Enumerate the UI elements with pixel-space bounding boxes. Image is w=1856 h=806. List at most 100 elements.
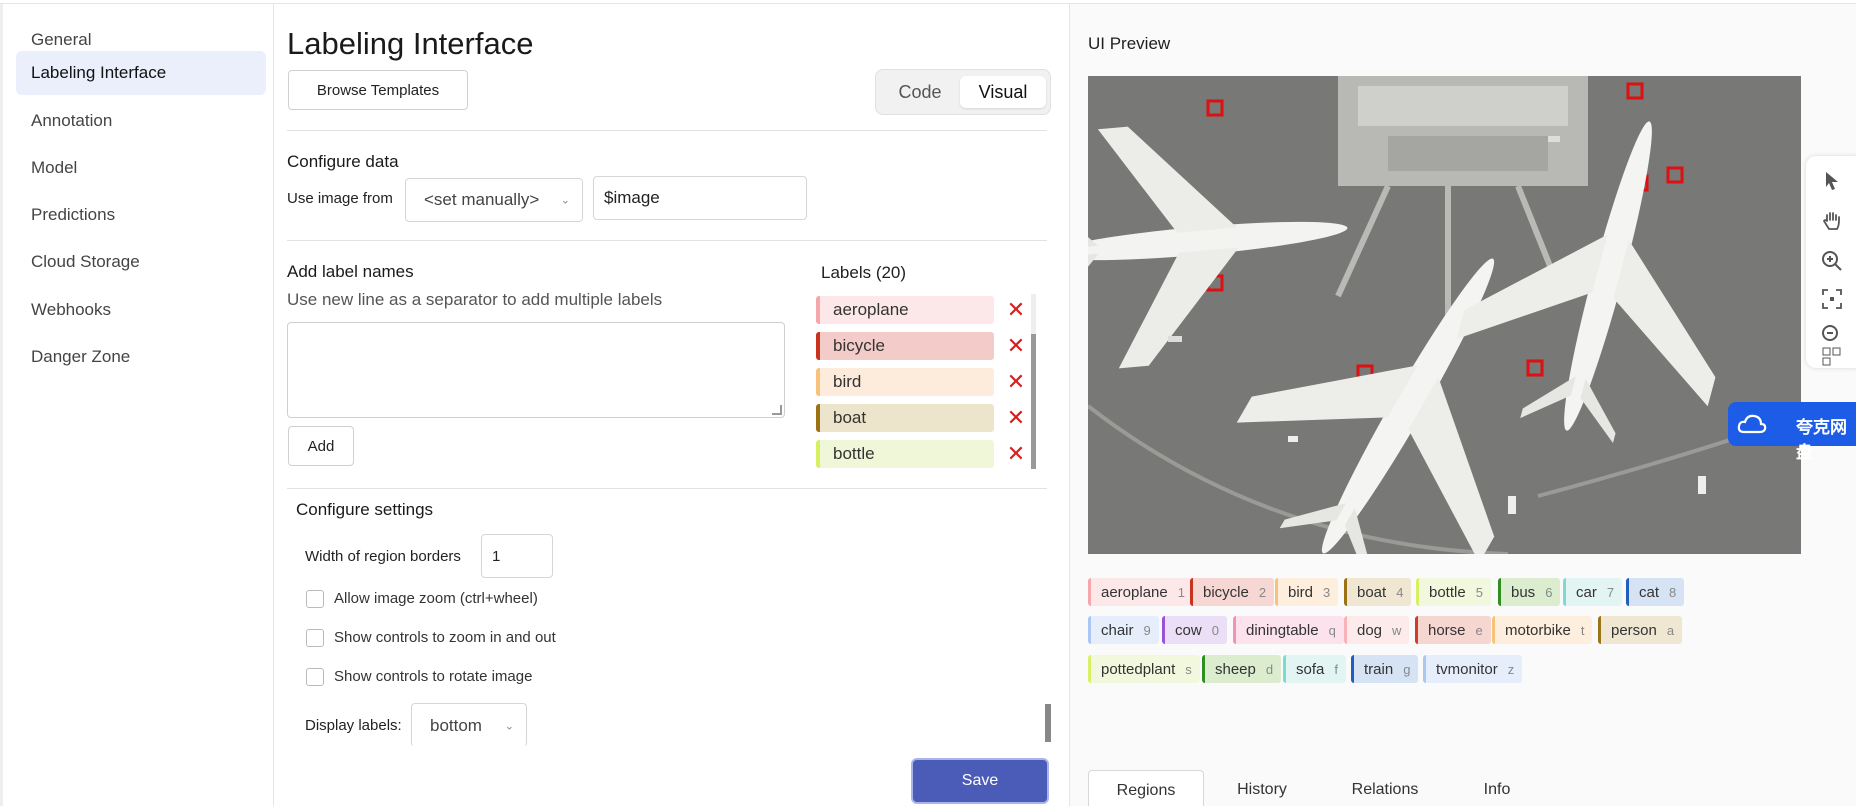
tab-info[interactable]: Info (1452, 770, 1542, 806)
tag-label: bottle (1429, 583, 1466, 601)
border-width-value: 1 (492, 547, 501, 565)
visual-view-button[interactable]: Visual (960, 76, 1046, 108)
tag-label: cat (1639, 583, 1660, 601)
zoom-controls-label: Show controls to zoom in and out (334, 629, 556, 646)
preview-tag-bird[interactable]: bird 3 (1275, 578, 1339, 606)
sidebar-item-annotation[interactable]: Annotation (16, 99, 266, 143)
preview-tag-boat[interactable]: boat 4 (1344, 578, 1412, 606)
display-labels-select[interactable]: bottom ⌄ (411, 703, 527, 747)
code-view-button[interactable]: Code (884, 76, 956, 108)
preview-tag-horse[interactable]: horse e (1415, 616, 1491, 644)
preview-tag-cow[interactable]: cow 0 (1162, 616, 1227, 644)
preview-image[interactable] (1088, 76, 1801, 554)
tag-label: dog (1357, 621, 1383, 639)
zoom-in-icon[interactable] (1819, 248, 1845, 274)
tag-label: pottedplant (1101, 660, 1176, 678)
tag-hotkey: e (1475, 622, 1483, 638)
scrollbar-thumb[interactable] (1031, 334, 1036, 469)
airport-aerial-image (1088, 76, 1801, 554)
delete-label-icon[interactable]: ✕ (1004, 442, 1028, 466)
preview-tag-motorbike[interactable]: motorbike t (1492, 616, 1593, 644)
preview-tag-chair[interactable]: chair 9 (1088, 616, 1159, 644)
tab-relations[interactable]: Relations (1320, 770, 1450, 806)
preview-tag-bicycle[interactable]: bicycle 2 (1190, 578, 1275, 606)
preview-tag-dog[interactable]: dog w (1344, 616, 1410, 644)
preview-tag-car[interactable]: car 7 (1563, 578, 1623, 606)
add-label-names-title: Add label names (287, 262, 414, 281)
sidebar-item-predictions[interactable]: Predictions (16, 193, 266, 237)
resize-handle[interactable] (772, 405, 782, 415)
label-chip[interactable]: bird (816, 368, 994, 396)
page-title: Labeling Interface (287, 26, 534, 61)
sidebar-item-label: Predictions (31, 205, 116, 224)
sidebar-item-webhooks[interactable]: Webhooks (16, 288, 266, 332)
delete-label-icon[interactable]: ✕ (1004, 334, 1028, 358)
preview-tag-bus[interactable]: bus 6 (1498, 578, 1561, 606)
browse-templates-button[interactable]: Browse Templates (288, 70, 468, 110)
tag-label: bird (1288, 583, 1314, 601)
label-chip[interactable]: boat (816, 404, 994, 432)
image-zoom-checkbox[interactable] (306, 590, 324, 608)
tab-regions[interactable]: Regions (1088, 770, 1204, 806)
config-panel: Labeling Interface Browse Templates Code… (275, 4, 1069, 806)
sidebar-item-label: Labeling Interface (31, 63, 167, 82)
sidebar-item-cloud-storage[interactable]: Cloud Storage (16, 240, 266, 284)
sidebar-item-danger-zone[interactable]: Danger Zone (16, 335, 266, 379)
ui-preview-panel: UI Preview 夸克网盘 aeroplane 1 bicycle 2 bi… (1069, 4, 1856, 806)
image-toolbar (1806, 156, 1856, 368)
tag-hotkey: 7 (1606, 584, 1615, 600)
delete-label-icon[interactable]: ✕ (1004, 298, 1028, 322)
zoom-controls-checkbox[interactable] (306, 629, 324, 647)
quark-cloud-badge[interactable]: 夸克网盘 (1728, 402, 1856, 462)
pan-hand-icon[interactable] (1819, 208, 1845, 234)
configure-data-title: Configure data (287, 152, 399, 171)
configure-settings-title: Configure settings (296, 500, 434, 519)
preview-tag-diningtable[interactable]: diningtable q (1233, 616, 1344, 644)
border-width-input[interactable]: 1 (481, 534, 553, 578)
labels-scrollbar[interactable] (1031, 294, 1036, 469)
sidebar-item-label: General (31, 30, 92, 49)
image-zoom-label: Allow image zoom (ctrl+wheel) (334, 590, 538, 607)
tab-history[interactable]: History (1206, 770, 1318, 806)
delete-label-icon[interactable]: ✕ (1004, 406, 1028, 430)
sidebar-item-label: Webhooks (31, 300, 112, 319)
fit-to-screen-icon[interactable] (1819, 286, 1845, 312)
preview-tag-pottedplant[interactable]: pottedplant s (1088, 655, 1200, 683)
tag-hotkey: g (1403, 661, 1411, 677)
zoom-out-icon[interactable] (1819, 322, 1845, 348)
add-labels-button[interactable]: Add (288, 426, 354, 466)
tag-label: person (1611, 621, 1657, 639)
image-variable-input[interactable]: $image (593, 176, 807, 220)
tag-hotkey: 6 (1545, 584, 1553, 600)
preview-tag-bottle[interactable]: bottle 5 (1416, 578, 1491, 606)
tag-hotkey: w (1392, 622, 1402, 638)
sidebar-item-model[interactable]: Model (16, 146, 266, 190)
preview-tag-tvmonitor[interactable]: tvmonitor z (1423, 655, 1523, 683)
panel-scrollbar[interactable] (1045, 704, 1051, 742)
label-chip[interactable]: aeroplane (816, 296, 994, 324)
delete-label-icon[interactable]: ✕ (1004, 370, 1028, 394)
sidebar-item-label: Cloud Storage (31, 252, 140, 271)
tag-label: bicycle (1203, 583, 1249, 601)
sidebar-item-labeling-interface[interactable]: Labeling Interface (16, 51, 266, 95)
label-names-textarea[interactable] (287, 322, 785, 418)
tag-label: sofa (1296, 660, 1325, 678)
preview-tag-cat[interactable]: cat 8 (1626, 578, 1685, 606)
preview-tag-train[interactable]: train g (1351, 655, 1419, 683)
grid-apps-icon[interactable] (1819, 346, 1845, 372)
preview-tag-person[interactable]: person a (1598, 616, 1683, 644)
tag-label: car (1576, 583, 1597, 601)
preview-tag-aeroplane[interactable]: aeroplane 1 (1088, 578, 1193, 606)
labels-count-title: Labels (20) (821, 263, 907, 282)
save-button[interactable]: Save (913, 760, 1047, 802)
tag-hotkey: q (1328, 622, 1336, 638)
preview-tag-sofa[interactable]: sofa f (1283, 655, 1346, 683)
image-source-select[interactable]: <set manually> ⌄ (405, 178, 583, 222)
select-pointer-icon[interactable] (1819, 168, 1845, 194)
rotate-controls-checkbox[interactable] (306, 668, 324, 686)
label-row-bicycle: bicycle ✕ (816, 332, 1040, 360)
label-chip[interactable]: bottle (816, 440, 994, 468)
label-chip[interactable]: bicycle (816, 332, 994, 360)
tag-label: motorbike (1505, 621, 1571, 639)
preview-tag-sheep[interactable]: sheep d (1202, 655, 1282, 683)
